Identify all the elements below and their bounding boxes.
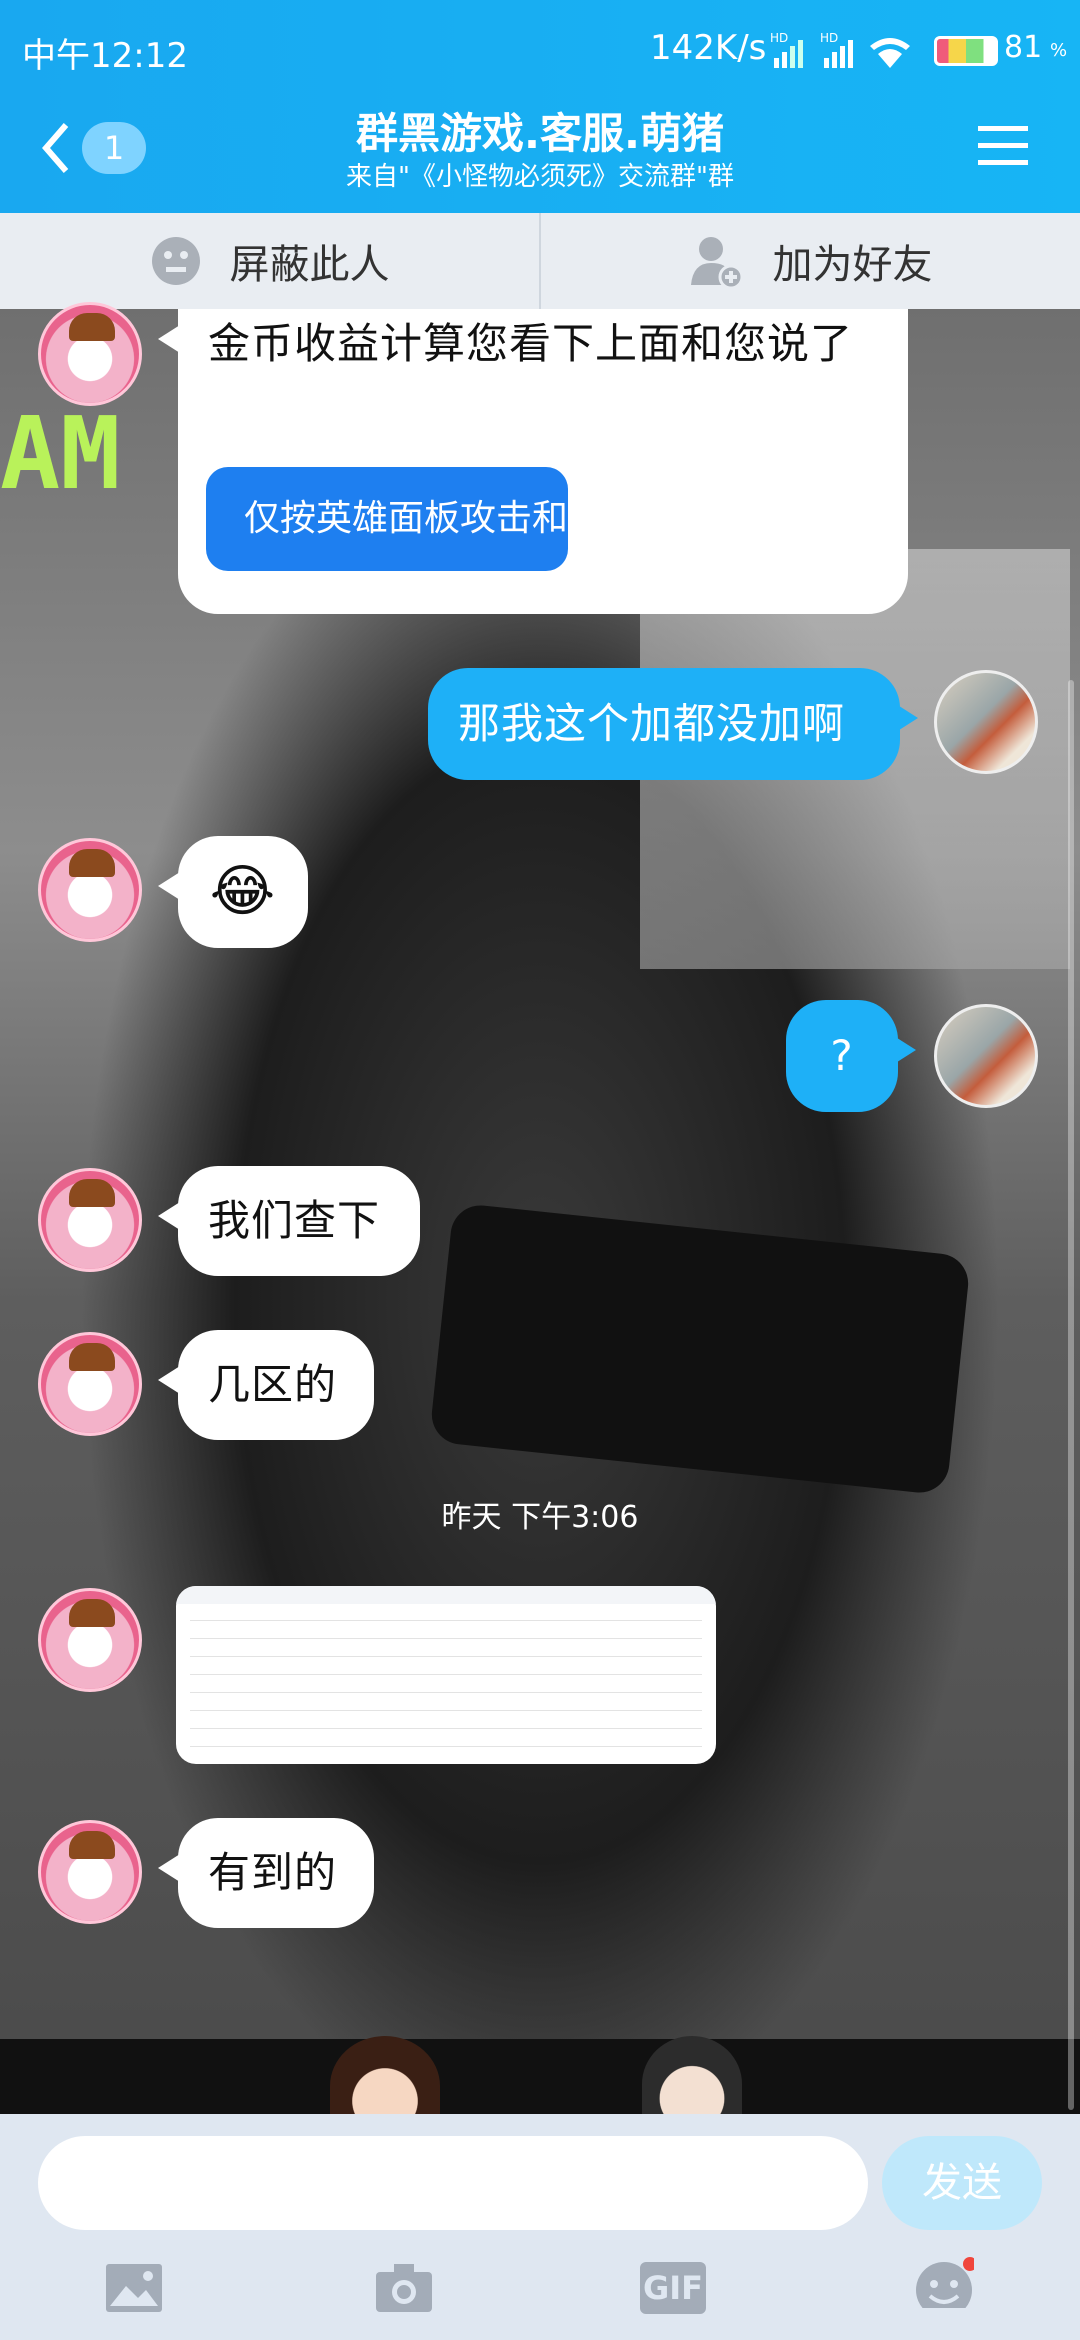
add-friend-label: 加为好友 — [772, 242, 933, 288]
table-image-line — [190, 1638, 702, 1639]
page-subtitle: 来自"《小怪物必须死》交流群"群 — [346, 162, 734, 192]
bubble-tail — [158, 1854, 180, 1882]
bubble-tail — [158, 1366, 180, 1394]
block-icon — [151, 237, 200, 285]
bubble-tail — [894, 1036, 916, 1064]
message-text: 金币收益计算您看下上面和您说了 — [208, 319, 854, 368]
page-title: 群黑游戏.客服.萌猪 — [356, 109, 724, 158]
bubble-tail — [158, 1202, 180, 1230]
message-timestamp: 昨天 下午3:06 — [441, 1500, 639, 1535]
bubble-tail — [158, 872, 180, 900]
block-user-label: 屏蔽此人 — [229, 242, 390, 288]
battery-unit: % — [1050, 40, 1068, 61]
message-text: 我们查下 — [208, 1196, 381, 1245]
add-friend-button[interactable]: 加为好友 — [541, 213, 1080, 309]
table-image-line — [190, 1710, 702, 1711]
message-bubble[interactable]: 金币收益计算您看下上面和您说了 仅按英雄面板攻击和 — [158, 309, 908, 614]
image-icon[interactable] — [104, 2262, 164, 2314]
background-strip — [0, 2039, 1080, 2114]
avatar[interactable] — [38, 1332, 142, 1436]
message-bubble[interactable]: 我们查下 — [158, 1166, 420, 1276]
message-text: 几区的 — [208, 1360, 338, 1409]
battery-percent: 81 — [1004, 30, 1043, 65]
avatar[interactable] — [38, 1588, 142, 1692]
message-text: ? — [830, 1031, 854, 1080]
app-header: 中午12:12 142K/s HD HD 81 % 1 群黑游戏.客服.萌猪 来… — [0, 0, 1080, 213]
gif-icon[interactable]: GIF — [640, 2262, 706, 2314]
message-bubble[interactable]: 😂 — [158, 836, 308, 948]
my-avatar[interactable] — [934, 670, 1038, 774]
emoji-icon[interactable] — [914, 2256, 974, 2308]
chat-scrollbar[interactable] — [1068, 680, 1074, 2110]
avatar[interactable] — [38, 302, 142, 406]
action-bar: 屏蔽此人 加为好友 — [0, 213, 1080, 310]
table-image-header — [176, 1586, 716, 1604]
my-message-bubble[interactable]: ? — [786, 1000, 916, 1112]
svg-text:HD: HD — [820, 31, 838, 45]
avatar[interactable] — [38, 1820, 142, 1924]
menu-icon[interactable] — [978, 124, 1028, 168]
camera-icon[interactable] — [374, 2262, 434, 2314]
my-avatar[interactable] — [934, 1004, 1038, 1108]
calculation-link-button[interactable]: 仅按英雄面板攻击和 — [206, 467, 568, 571]
background-decoration: AM — [0, 395, 121, 512]
my-message-bubble[interactable]: 那我这个加都没加啊 — [428, 668, 918, 780]
send-button[interactable]: 发送 — [882, 2136, 1042, 2230]
signal-icon: HD HD — [770, 31, 910, 68]
table-image-line — [190, 1674, 702, 1675]
bubble-tail — [896, 704, 918, 732]
table-image-line — [190, 1692, 702, 1693]
svg-text:HD: HD — [770, 31, 788, 45]
table-screenshot-image[interactable] — [176, 1586, 716, 1764]
status-network-speed: 142K/s — [650, 28, 767, 68]
status-time: 中午12:12 — [22, 36, 188, 76]
table-image-line — [190, 1656, 702, 1657]
message-text: 有到的 — [208, 1848, 338, 1897]
message-text: 那我这个加都没加啊 — [458, 699, 846, 748]
table-image-line — [190, 1620, 702, 1621]
message-bubble[interactable]: 几区的 — [158, 1330, 374, 1440]
message-bubble[interactable]: 有到的 — [158, 1818, 374, 1928]
battery-icon — [934, 36, 998, 66]
table-image-line — [190, 1728, 702, 1729]
table-image-line — [190, 1746, 702, 1747]
avatar[interactable] — [38, 1168, 142, 1272]
message-input[interactable] — [38, 2136, 868, 2230]
background-phone — [428, 1202, 972, 1496]
bubble-tail — [158, 325, 180, 353]
add-friend-icon — [690, 237, 743, 289]
avatar[interactable] — [38, 838, 142, 942]
laughing-emoji-icon: 😂 — [209, 859, 277, 924]
block-user-button[interactable]: 屏蔽此人 — [0, 213, 539, 309]
